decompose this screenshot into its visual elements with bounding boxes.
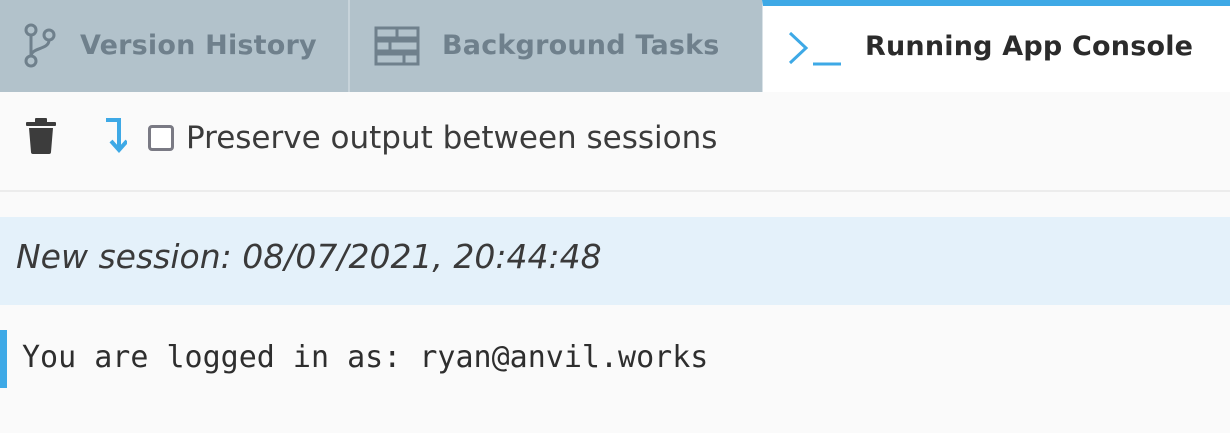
tab-label: Background Tasks	[442, 30, 720, 61]
tab-label: Version History	[80, 30, 317, 61]
console-output-line: You are logged in as: ryan@anvil.works	[0, 330, 1230, 388]
console-toolbar: Preserve output between sessions	[0, 92, 1230, 192]
autoscroll-button[interactable]	[98, 118, 132, 158]
preserve-output-toggle[interactable]: Preserve output between sessions	[148, 118, 717, 158]
clear-console-button[interactable]	[22, 118, 60, 158]
terminal-icon	[787, 29, 843, 69]
session-banner: New session: 08/07/2021, 20:44:48	[0, 217, 1230, 305]
tab-running-app-console[interactable]: Running App Console	[762, 0, 1230, 92]
tab-label: Running App Console	[865, 31, 1194, 62]
branch-icon	[22, 23, 56, 69]
server-icon	[374, 26, 420, 66]
session-start-text: New session: 08/07/2021, 20:44:48	[16, 237, 602, 276]
trash-icon	[25, 117, 57, 159]
scroll-down-arrow-icon	[103, 117, 129, 159]
preserve-output-checkbox[interactable]	[148, 125, 174, 151]
tab-bar: Version History Background Tasks Running…	[0, 0, 1230, 92]
output-line-marker	[0, 330, 7, 388]
console-output-text: You are logged in as: ryan@anvil.works	[22, 340, 709, 375]
tab-background-tasks[interactable]: Background Tasks	[350, 0, 762, 92]
tab-version-history[interactable]: Version History	[0, 0, 350, 92]
preserve-output-label: Preserve output between sessions	[186, 120, 718, 156]
